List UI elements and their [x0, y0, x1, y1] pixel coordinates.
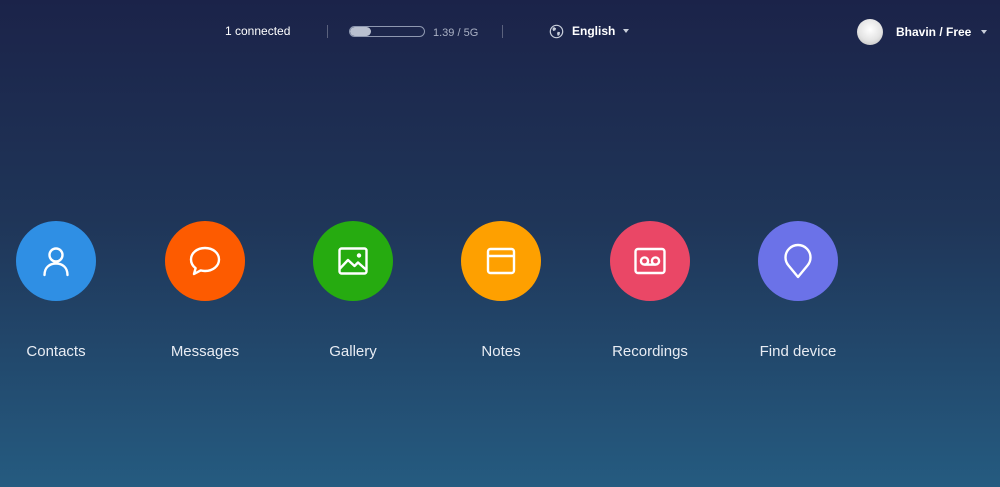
app-label: Notes [481, 343, 521, 360]
app-notes[interactable]: Notes [441, 221, 561, 371]
app-icon-circle [758, 221, 838, 301]
image-icon [336, 244, 370, 278]
app-messages[interactable]: Messages [145, 221, 265, 371]
app-label: Contacts [26, 343, 86, 360]
chat-bubble-icon [187, 243, 223, 279]
cassette-icon [632, 244, 668, 278]
app-icon-circle [313, 221, 393, 301]
location-pin-icon [781, 242, 815, 280]
app-icon-circle [610, 221, 690, 301]
app-recordings[interactable]: Recordings [590, 221, 710, 371]
app-contacts[interactable]: Contacts [0, 221, 116, 371]
app-gallery[interactable]: Gallery [293, 221, 413, 371]
app-icon-circle [165, 221, 245, 301]
app-icon-circle [461, 221, 541, 301]
note-icon [484, 244, 518, 278]
app-label: Gallery [329, 343, 377, 360]
app-find-device[interactable]: Find device [738, 221, 858, 371]
app-label: Messages [170, 343, 240, 360]
app-launcher: Contacts Messages Gallery Notes Recordin… [0, 0, 1000, 487]
app-label: Find device [759, 343, 837, 360]
app-label: Recordings [612, 343, 688, 360]
person-icon [39, 244, 73, 278]
app-icon-circle [16, 221, 96, 301]
